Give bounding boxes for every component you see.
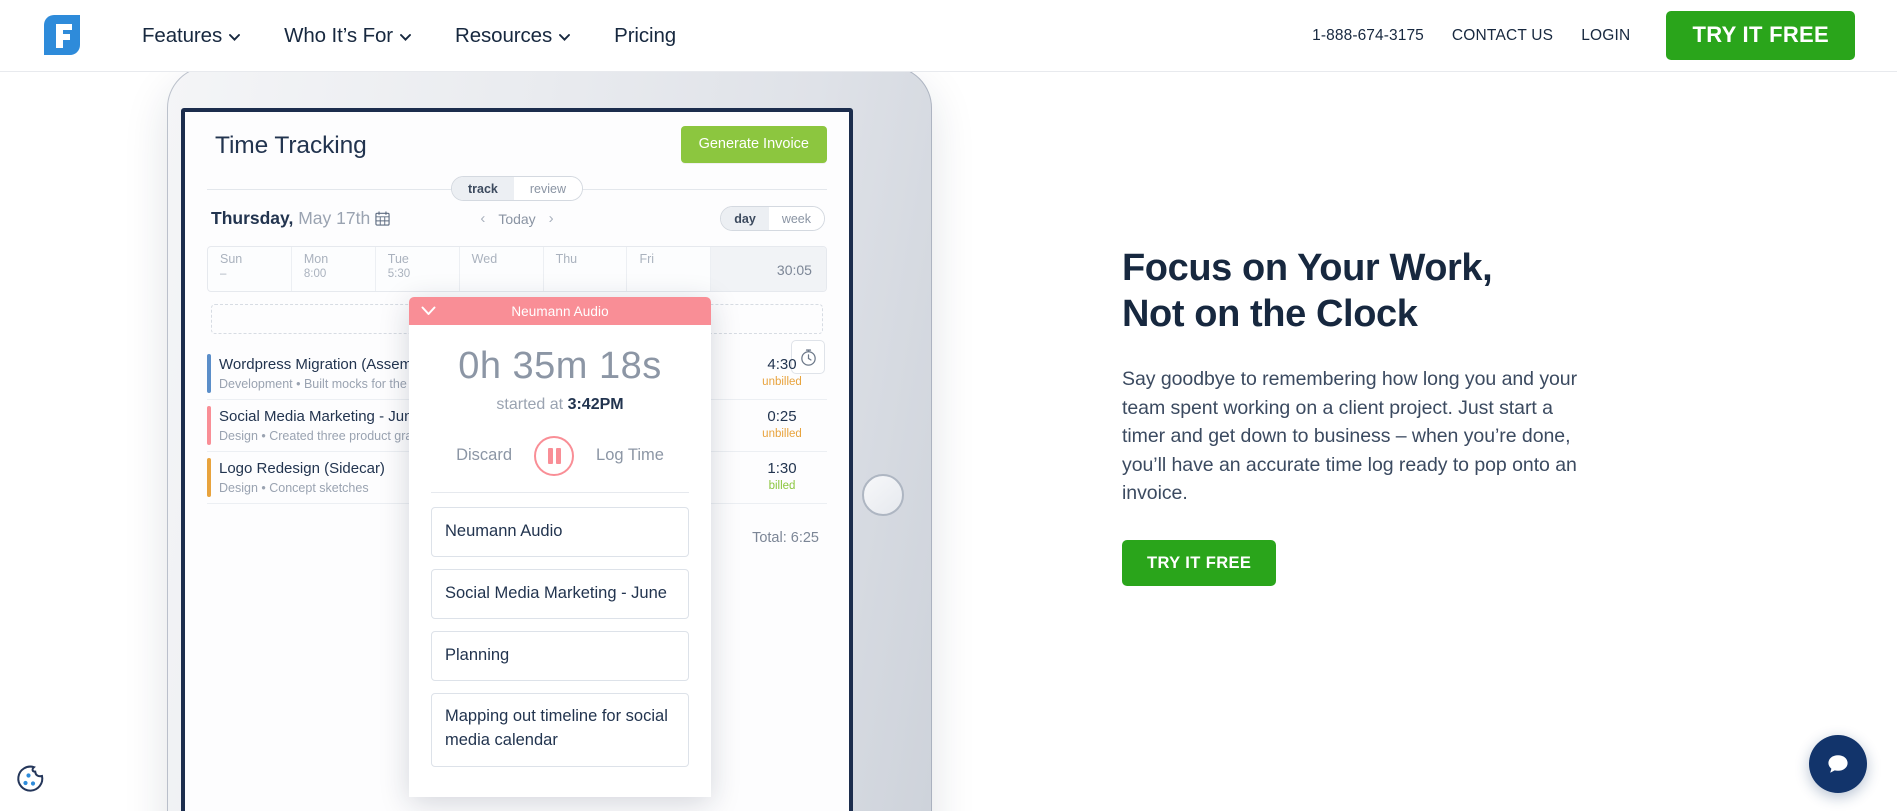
site-header: Features Who It’s For Resources Pricing … — [0, 0, 1897, 72]
week-total-value: 30:05 — [776, 262, 812, 278]
started-at-time: 3:42PM — [567, 395, 624, 413]
week-day-name: Wed — [471, 252, 498, 266]
entry-duration: 1:30 — [767, 460, 797, 477]
week-day-name: Mon — [303, 252, 329, 266]
log-time-button[interactable]: Log Time — [596, 446, 664, 465]
client-field[interactable]: Neumann Audio — [431, 506, 689, 557]
tab-day[interactable]: day — [721, 207, 769, 230]
header-utility-links: 1-888-674-3175 CONTACT US LOGIN TRY IT F… — [1298, 11, 1855, 60]
next-day-arrow[interactable]: › — [549, 210, 554, 227]
today-navigator: ‹ Today › — [480, 210, 553, 227]
current-date-label: Thursday, May 17th — [211, 208, 390, 231]
timer-started-line: started at 3:42PM — [431, 396, 689, 414]
cookie-icon — [17, 765, 44, 792]
week-day-cell[interactable]: Mon 8:00 — [292, 247, 376, 291]
entry-duration: 0:25 — [767, 408, 797, 425]
week-day-cell[interactable]: Wed — [460, 247, 544, 291]
started-prefix: started at — [496, 395, 568, 413]
login-link[interactable]: LOGIN — [1567, 21, 1644, 51]
week-day-cell[interactable]: Sun – — [208, 247, 292, 291]
date-navigation-row: Thursday, May 17th ‹ Today › day week — [185, 204, 849, 242]
phone-number-link[interactable]: 1-888-674-3175 — [1298, 21, 1438, 51]
project-field[interactable]: Social Media Marketing - June — [431, 568, 689, 619]
date-rest: May 17th — [293, 208, 371, 228]
today-label[interactable]: Today — [498, 211, 535, 227]
timer-modal-body: 0h 35m 18s started at 3:42PM Discard Log… — [409, 325, 711, 493]
date-weekday: Thursday, — [211, 208, 294, 228]
week-total-cell: 30:05 — [711, 247, 826, 291]
week-day-name: Tue — [387, 252, 409, 266]
discard-button[interactable]: Discard — [456, 446, 512, 465]
chat-bubble-icon — [1828, 755, 1848, 773]
entry-duration: 4:30 — [767, 356, 797, 373]
freshbooks-logo[interactable] — [40, 13, 84, 59]
week-day-cell[interactable]: Thu — [544, 247, 628, 291]
entry-status-badge: unbilled — [762, 376, 802, 388]
tab-week[interactable]: week — [768, 207, 824, 230]
tab-review[interactable]: review — [513, 177, 583, 200]
page-title: Focus on Your Work, Not on the Clock — [1122, 246, 1592, 337]
nav-label-pricing: Pricing — [614, 23, 677, 47]
week-day-name: Thu — [555, 252, 578, 266]
app-page-title: Time Tracking — [215, 132, 367, 159]
chevron-down-icon — [229, 34, 241, 41]
nav-label-resources: Resources — [455, 23, 553, 47]
hero-paragraph: Say goodbye to remembering how long you … — [1122, 368, 1578, 505]
week-day-name: Sun — [220, 252, 243, 266]
chevron-down-icon — [400, 34, 411, 41]
timer-elapsed: 0h 35m 18s — [458, 345, 662, 387]
heading-line-1: Focus on Your Work, — [1122, 247, 1493, 289]
entry-time-block: 0:25 unbilled — [747, 408, 817, 440]
timer-modal-header[interactable]: Neumann Audio — [409, 297, 711, 325]
main-navigation: Features Who It’s For Resources Pricing — [120, 18, 698, 54]
entry-color-bar — [207, 406, 211, 445]
nav-label-who-its-for: Who It’s For — [284, 23, 394, 47]
nav-label-features: Features — [142, 23, 223, 47]
entry-time-block: 4:30 unbilled — [747, 356, 817, 388]
week-day-value: 8:00 — [303, 268, 327, 280]
entry-status-badge: billed — [768, 480, 796, 492]
timer-fields: Neumann Audio Social Media Marketing - J… — [409, 493, 711, 797]
tablet-home-button — [862, 474, 904, 516]
nav-item-who-its-for[interactable]: Who It’s For — [262, 18, 433, 54]
nav-item-pricing[interactable]: Pricing — [592, 18, 698, 54]
week-day-value: 5:30 — [387, 268, 411, 280]
week-summary-strip: Sun – Mon 8:00 Tue 5:30 Wed Thu Fri 30:0… — [207, 246, 827, 292]
pause-timer-button[interactable] — [534, 435, 575, 476]
nav-item-resources[interactable]: Resources — [433, 18, 592, 54]
chevron-down-icon — [559, 34, 571, 41]
hero-copy: Focus on Your Work, Not on the Clock Say … — [1122, 246, 1592, 587]
timer-client-name: Neumann Audio — [511, 303, 609, 319]
notes-field[interactable]: Mapping out timeline for social media ca… — [431, 692, 689, 767]
running-timer-modal: Neumann Audio 0h 35m 18s started at 3:42… — [409, 297, 711, 797]
hero-section: Time Tracking Generate Invoice track rev… — [0, 72, 1897, 811]
week-day-value: – — [220, 268, 227, 280]
try-it-free-header-button[interactable]: TRY IT FREE — [1666, 11, 1855, 60]
pause-bar-icon — [555, 447, 561, 464]
timer-controls: Discard Log Time — [431, 435, 689, 493]
chat-widget-button[interactable] — [1809, 735, 1867, 793]
week-day-cell[interactable]: Tue 5:30 — [376, 247, 460, 291]
nav-item-features[interactable]: Features — [120, 18, 262, 54]
logo-icon — [44, 14, 80, 55]
week-day-cell[interactable]: Fri — [627, 247, 712, 291]
entry-status-badge: unbilled — [762, 428, 802, 440]
chevron-down-icon[interactable] — [421, 303, 436, 321]
calendar-icon[interactable] — [375, 210, 390, 231]
week-day-name: Fri — [639, 252, 655, 266]
cookie-settings-button[interactable] — [15, 764, 45, 794]
generate-invoice-button[interactable]: Generate Invoice — [680, 126, 827, 163]
entry-color-bar — [207, 354, 211, 393]
entry-color-bar — [207, 458, 211, 497]
contact-us-link[interactable]: CONTACT US — [1438, 21, 1567, 51]
view-tabs: track review — [450, 176, 584, 201]
pause-bar-icon — [547, 447, 553, 464]
prev-day-arrow[interactable]: ‹ — [480, 210, 485, 227]
entry-time-block: 1:30 billed — [747, 460, 817, 492]
tab-track[interactable]: track — [451, 177, 514, 200]
range-tabs: day week — [720, 206, 825, 231]
heading-line-2: Not on the Clock — [1122, 292, 1418, 335]
try-it-free-hero-button[interactable]: TRY IT FREE — [1122, 539, 1277, 587]
service-field[interactable]: Planning — [431, 630, 689, 681]
